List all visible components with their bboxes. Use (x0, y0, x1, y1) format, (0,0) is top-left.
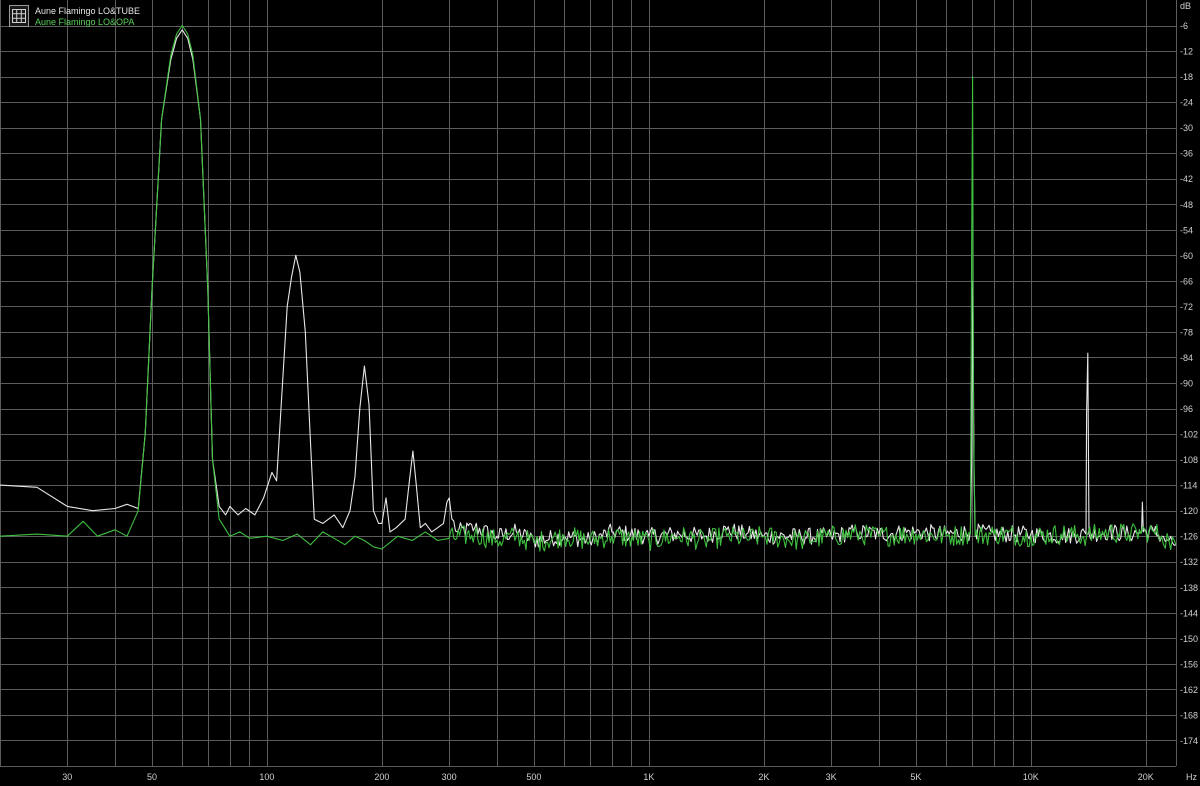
y-tick-label: -114 (1180, 481, 1197, 491)
x-tick-label: 500 (526, 772, 541, 782)
y-tick-label: -84 (1180, 353, 1193, 363)
plot-background (0, 0, 1200, 786)
y-tick-label: -156 (1180, 659, 1198, 669)
y-tick-label: -90 (1180, 379, 1193, 389)
y-tick-label: -78 (1180, 327, 1193, 337)
y-tick-label: -150 (1180, 634, 1198, 644)
y-tick-label: -174 (1180, 736, 1198, 746)
y-tick-label: -126 (1180, 532, 1198, 542)
x-tick-label: 200 (374, 772, 389, 782)
y-tick-label: -48 (1180, 200, 1193, 210)
y-tick-label: -54 (1180, 225, 1193, 235)
y-tick-label: -144 (1180, 608, 1198, 618)
y-tick-label: -12 (1180, 47, 1193, 57)
grid-icon[interactable] (9, 5, 29, 27)
x-tick-label: 5K (910, 772, 921, 782)
y-tick-label: -96 (1180, 404, 1193, 414)
x-tick-label: 3K (826, 772, 837, 782)
y-unit-label: dB (1180, 1, 1192, 11)
y-tick-label: -72 (1180, 302, 1193, 312)
y-tick-label: -36 (1180, 149, 1193, 159)
x-tick-label: 20K (1138, 772, 1154, 782)
y-tick-label: -162 (1180, 685, 1198, 695)
y-tick-label: -60 (1180, 251, 1193, 261)
x-unit-label: Hz (1186, 772, 1197, 782)
x-tick-label: 30 (62, 772, 72, 782)
x-tick-label: 50 (147, 772, 157, 782)
x-tick-label: 10K (1023, 772, 1039, 782)
y-tick-label: -168 (1180, 710, 1198, 720)
legend-label-tube: Aune Flamingo LO&TUBE (35, 6, 141, 16)
legend-label-opa: Aune Flamingo LO&OPA (35, 17, 135, 27)
legend: Aune Flamingo LO&TUBE Aune Flamingo LO&O… (9, 5, 140, 28)
y-tick-label: -18 (1180, 72, 1193, 82)
y-tick-label: -138 (1180, 583, 1198, 593)
spectrum-chart: -6 -12 -18 -24 -30 -36 -42 -48 -54 -60 -66 -72 -78 -8… (0, 0, 1200, 786)
x-tick-label: 1K (643, 772, 654, 782)
y-tick-label: -30 (1180, 123, 1193, 133)
y-tick-label: -66 (1180, 276, 1193, 286)
y-tick-label: -102 (1180, 430, 1198, 440)
x-tick-label: 300 (442, 772, 457, 782)
y-tick-label: -120 (1180, 506, 1198, 516)
y-tick-label: -108 (1180, 455, 1198, 465)
y-tick-label: -6 (1180, 21, 1188, 31)
y-tick-label: -132 (1180, 557, 1198, 567)
y-tick-label: -24 (1180, 98, 1193, 108)
x-tick-label: 100 (259, 772, 274, 782)
x-tick-label: 2K (758, 772, 769, 782)
y-tick-label: -42 (1180, 174, 1193, 184)
